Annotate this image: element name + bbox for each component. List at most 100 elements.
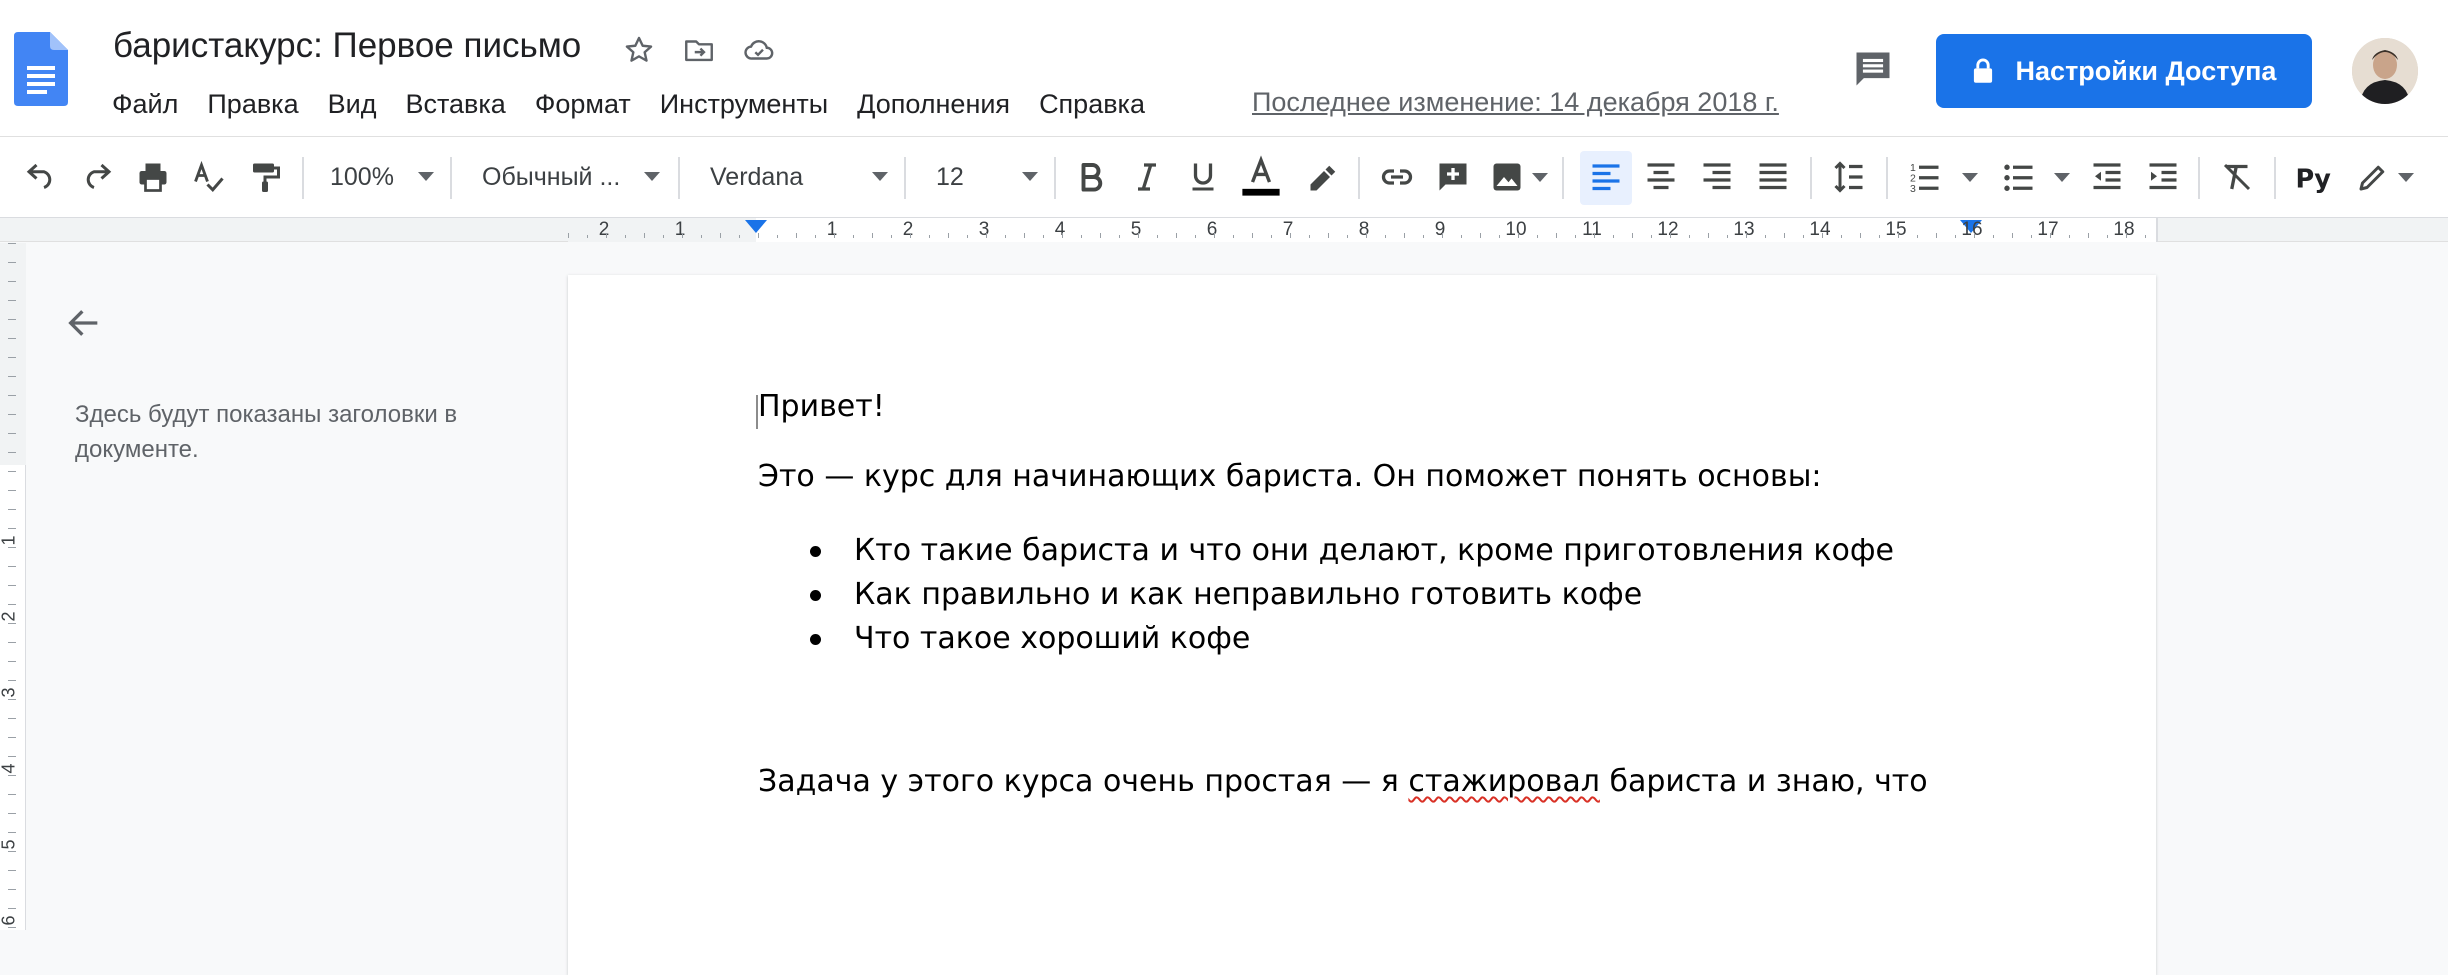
chevron-down-icon[interactable] xyxy=(2054,173,2070,182)
toolbar-divider xyxy=(2198,157,2200,199)
increase-indent-icon[interactable] xyxy=(2140,154,2186,200)
menu-bar: Файл Правка Вид Вставка Формат Инструмен… xyxy=(112,86,1174,122)
chevron-down-icon[interactable] xyxy=(1962,173,1978,182)
redo-icon[interactable] xyxy=(74,154,120,200)
align-justify-icon[interactable] xyxy=(1750,154,1796,200)
toolbar-divider xyxy=(1886,157,1888,199)
account-avatar[interactable] xyxy=(2352,38,2418,104)
menu-format[interactable]: Формат xyxy=(535,89,631,120)
numbered-list-icon[interactable]: 123 xyxy=(1902,154,1948,200)
ruler-tick xyxy=(1233,235,1234,238)
highlight-icon[interactable] xyxy=(1298,154,1344,200)
comments-icon[interactable] xyxy=(1848,44,1898,94)
font-family-dropdown[interactable]: Verdana xyxy=(710,154,888,200)
ruler-tick xyxy=(1271,235,1272,238)
bulleted-list-icon[interactable] xyxy=(1996,154,2042,200)
ruler-margin-left xyxy=(568,218,756,242)
menu-help[interactable]: Справка xyxy=(1039,89,1145,120)
list-item[interactable]: Кто такие бариста и что они делают, кром… xyxy=(758,529,1894,573)
ruler-tick xyxy=(1442,233,1443,238)
paragraph-task[interactable]: Задача у этого курса очень простая — я с… xyxy=(758,759,1998,804)
docs-logo-icon[interactable] xyxy=(14,32,68,106)
close-outline-button[interactable] xyxy=(60,299,108,347)
text-color-icon[interactable] xyxy=(1236,154,1286,200)
star-icon[interactable] xyxy=(619,30,659,70)
menu-tools[interactable]: Инструменты xyxy=(660,89,828,120)
vertical-ruler-tick xyxy=(8,680,16,681)
paragraph-intro[interactable]: Это — курс для начинающих бариста. Он по… xyxy=(758,459,1822,494)
underline-icon[interactable] xyxy=(1180,154,1226,200)
vertical-ruler-tick xyxy=(8,756,16,757)
ruler-tick xyxy=(815,235,816,238)
zoom-dropdown[interactable]: 100% xyxy=(330,154,434,200)
cloud-saved-icon[interactable] xyxy=(739,30,779,70)
document-title[interactable]: баристакурс: Первое письмо xyxy=(113,26,581,66)
ruler-tick xyxy=(2126,233,2127,238)
vertical-ruler-label: 5 xyxy=(0,839,19,850)
ruler-tick xyxy=(663,235,664,238)
clear-formatting-icon[interactable] xyxy=(2214,154,2260,200)
chevron-down-icon xyxy=(1022,172,1038,181)
vertical-ruler-label: 6 xyxy=(0,915,19,926)
toolbar-divider xyxy=(302,157,304,199)
menu-addons[interactable]: Дополнения xyxy=(857,89,1010,120)
toolbar-divider xyxy=(1562,157,1564,199)
ruler-tick xyxy=(1708,233,1709,238)
ruler-tick xyxy=(872,233,873,238)
ruler-tick xyxy=(587,235,588,238)
spellcheck-icon[interactable] xyxy=(186,154,232,200)
paragraph-greeting[interactable]: Привет! xyxy=(756,389,885,429)
toolbar-divider xyxy=(678,157,680,199)
ruler-margin-right xyxy=(2156,218,2158,242)
decrease-indent-icon[interactable] xyxy=(2084,154,2130,200)
chevron-down-icon[interactable] xyxy=(2398,173,2414,182)
line-spacing-icon[interactable] xyxy=(1826,154,1872,200)
chevron-down-icon xyxy=(644,172,660,181)
bullet-icon xyxy=(810,590,821,601)
insert-comment-icon[interactable] xyxy=(1430,154,1476,200)
menu-view[interactable]: Вид xyxy=(328,89,377,120)
input-tools-icon[interactable]: Ру xyxy=(2292,154,2338,200)
print-icon[interactable] xyxy=(130,154,176,200)
text-cursor xyxy=(756,395,758,429)
ruler-tick xyxy=(1252,233,1253,238)
align-right-icon[interactable] xyxy=(1694,154,1740,200)
list-item[interactable]: Что такое хороший кофе xyxy=(758,617,1894,661)
insert-image-icon[interactable] xyxy=(1484,154,1530,200)
move-to-folder-icon[interactable] xyxy=(679,30,719,70)
toolbar-divider xyxy=(1054,157,1056,199)
misspelled-word[interactable]: стажировал xyxy=(1408,764,1600,799)
vertical-ruler-tick xyxy=(8,699,16,700)
undo-icon[interactable] xyxy=(18,154,64,200)
toolbar-divider xyxy=(904,157,906,199)
align-left-icon[interactable] xyxy=(1580,151,1632,205)
paragraph-style-dropdown[interactable]: Обычный ... xyxy=(482,154,660,200)
vertical-ruler-tick xyxy=(8,623,16,624)
ruler-tick xyxy=(1670,233,1671,238)
bullet-icon xyxy=(810,634,821,645)
horizontal-ruler[interactable]: 2 1 1 2 3 4 5 6 7 8 9 10 11 12 13 14 15 16 17 18 xyxy=(568,218,2158,242)
align-center-icon[interactable] xyxy=(1638,154,1684,200)
vertical-ruler-tick xyxy=(8,832,16,833)
chevron-down-icon[interactable] xyxy=(1532,173,1548,182)
left-indent-marker[interactable] xyxy=(745,220,767,233)
menu-edit[interactable]: Правка xyxy=(207,89,298,120)
list-item[interactable]: Как правильно и как неправильно готовить… xyxy=(758,573,1894,617)
editing-mode-icon[interactable] xyxy=(2350,154,2396,200)
vertical-ruler-tick xyxy=(8,661,16,662)
font-size-dropdown[interactable]: 12 xyxy=(936,154,1038,200)
menu-file[interactable]: Файл xyxy=(112,89,178,120)
ruler-tick xyxy=(1651,235,1652,238)
ruler-label: 16 xyxy=(1961,219,1983,240)
ruler-label: 17 xyxy=(2037,219,2059,240)
menu-insert[interactable]: Вставка xyxy=(405,89,505,120)
paint-format-icon[interactable] xyxy=(242,154,288,200)
share-button[interactable]: Настройки Доступа xyxy=(1936,34,2312,108)
last-edit-link[interactable]: Последнее изменение: 14 декабря 2018 г. xyxy=(1252,87,1779,118)
vertical-ruler[interactable]: 1 2 3 4 5 6 xyxy=(0,243,26,930)
bold-icon[interactable] xyxy=(1068,154,1114,200)
ruler-label: 12 xyxy=(1657,219,1679,240)
document-page[interactable]: Привет! Это — курс для начинающих барист… xyxy=(568,275,2156,975)
italic-icon[interactable] xyxy=(1124,154,1170,200)
link-icon[interactable] xyxy=(1374,154,1420,200)
